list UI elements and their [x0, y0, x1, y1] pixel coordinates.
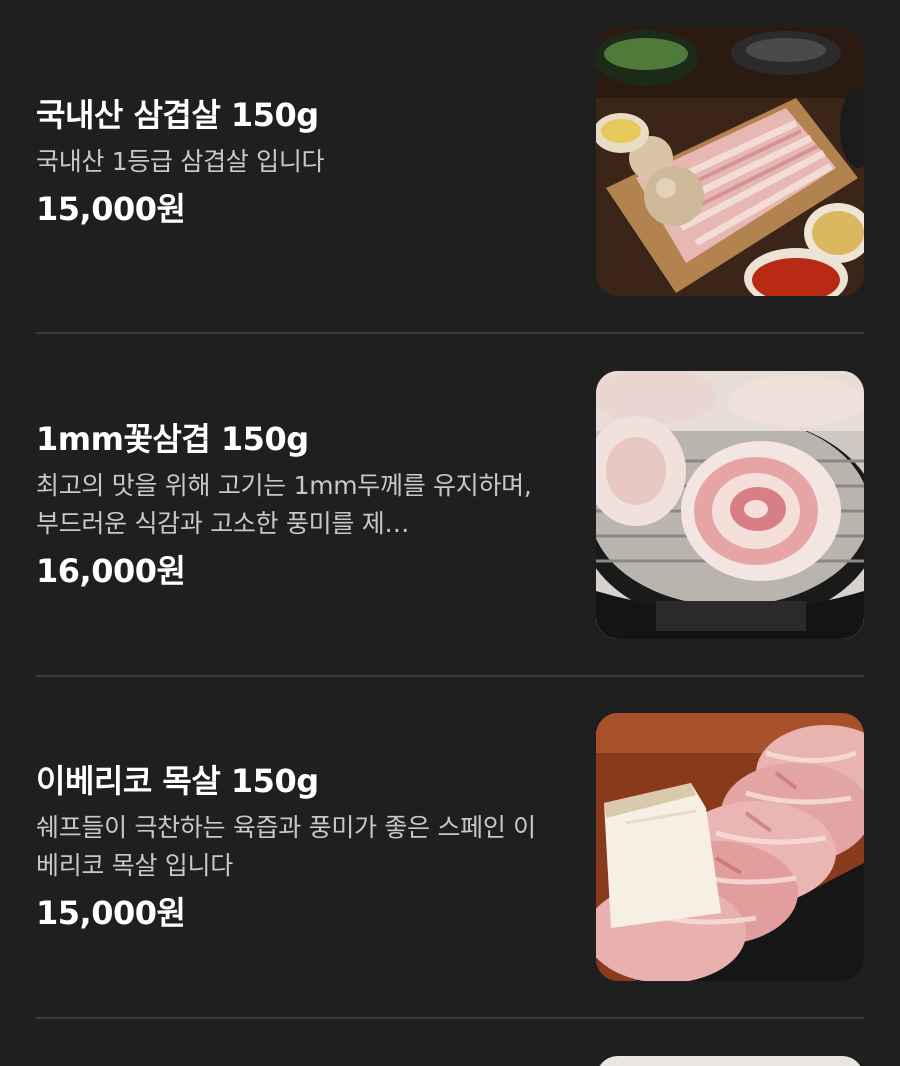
- menu-item[interactable]: 국내산 삼겹살 150g 국내산 1등급 삼겹살 입니다 15,000원: [36, 28, 864, 296]
- menu-item[interactable]: 이베리코 목살 150g 쉐프들이 극찬하는 육즙과 풍미가 좋은 스페인 이베…: [36, 713, 864, 981]
- menu-item-name: 국내산 삼겹살 150g: [36, 96, 319, 134]
- menu-item-description: 국내산 1등급 삼겹살 입니다: [36, 147, 325, 176]
- menu-list: 국내산 삼겹살 150g 국내산 1등급 삼겹살 입니다 15,000원 1mm…: [0, 0, 900, 1066]
- menu-item-price: 16,000원: [36, 552, 186, 590]
- menu-item-info: 1mm꽃삼겹 150g 최고의 맛을 위해 고기는 1mm두께를 유지하며, 부…: [36, 371, 556, 639]
- menu-item-name: 1mm꽃삼겹 150g: [36, 420, 309, 458]
- menu-item[interactable]: 1mm꽃삼겹 150g 최고의 맛을 위해 고기는 1mm두께를 유지하며, 부…: [36, 371, 864, 639]
- divider: [36, 1017, 864, 1019]
- menu-item-image-partial[interactable]: [596, 1056, 864, 1066]
- menu-item-image[interactable]: [596, 371, 864, 639]
- iberico-neck-photo: [596, 713, 864, 981]
- divider: [36, 332, 864, 334]
- menu-item-name: 이베리코 목살 150g: [36, 762, 319, 800]
- divider: [36, 675, 864, 677]
- menu-item-info: 이베리코 목살 150g 쉐프들이 극찬하는 육즙과 풍미가 좋은 스페인 이베…: [36, 713, 556, 981]
- menu-item-description: 쉐프들이 극찬하는 육즙과 풍미가 좋은 스페인 이베리코 목살 입니다: [36, 813, 536, 880]
- grilled-pork-rolls-photo: [596, 371, 864, 639]
- menu-item-info: 국내산 삼겹살 150g 국내산 1등급 삼겹살 입니다 15,000원: [36, 28, 556, 296]
- menu-item-image[interactable]: [596, 713, 864, 981]
- menu-item-price: 15,000원: [36, 190, 186, 228]
- menu-item-price: 15,000원: [36, 894, 186, 932]
- pork-belly-platter-photo: [596, 28, 864, 296]
- menu-item-description: 최고의 맛을 위해 고기는 1mm두께를 유지하며, 부드러운 식감과 고소한 …: [36, 471, 532, 538]
- menu-item-image[interactable]: [596, 28, 864, 296]
